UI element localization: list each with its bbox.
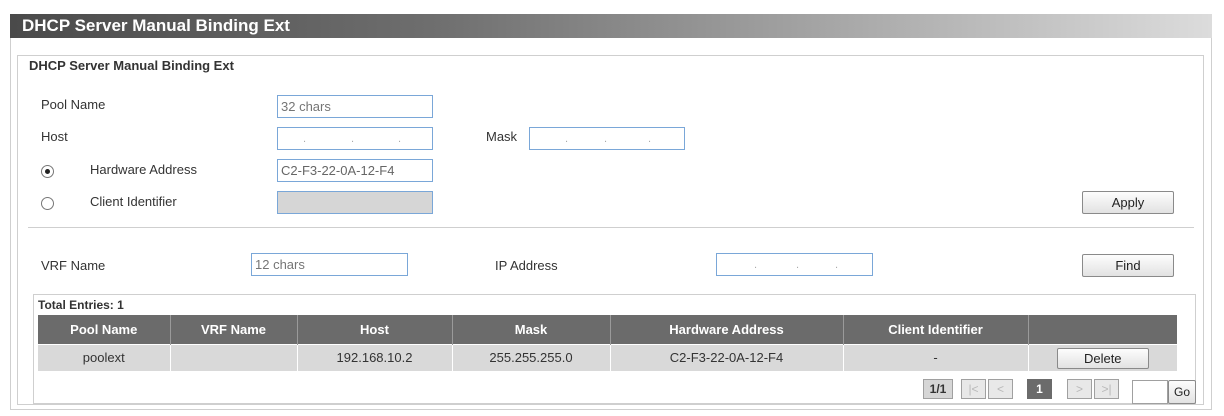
- hardware-address-radio[interactable]: [41, 165, 54, 178]
- mask-label: Mask: [486, 129, 518, 144]
- client-identifier-input[interactable]: [277, 191, 433, 214]
- host-label: Host: [41, 129, 68, 144]
- fieldset-legend: DHCP Server Manual Binding Ext: [25, 58, 238, 73]
- apply-button[interactable]: Apply: [1082, 191, 1174, 214]
- pool-name-input[interactable]: [277, 95, 433, 118]
- page-info: 1/1: [923, 379, 953, 399]
- section-divider: [28, 227, 1194, 228]
- client-identifier-label: Client Identifier: [90, 194, 177, 209]
- hardware-address-input[interactable]: [277, 159, 433, 182]
- last-page-button[interactable]: >|: [1094, 379, 1119, 399]
- go-button[interactable]: Go: [1168, 380, 1196, 404]
- go-page-input[interactable]: [1132, 380, 1168, 404]
- col-mask: Mask: [452, 315, 611, 344]
- client-identifier-radio[interactable]: [41, 197, 54, 210]
- col-host: Host: [297, 315, 453, 344]
- hardware-address-label: Hardware Address: [90, 162, 197, 177]
- current-page-button[interactable]: 1: [1027, 379, 1052, 399]
- first-page-button[interactable]: |<: [961, 379, 986, 399]
- col-hardware-address: Hardware Address: [610, 315, 844, 344]
- ip-address-label: IP Address: [495, 258, 558, 273]
- cell-hardware-address: C2-F3-22-0A-12-F4: [610, 343, 844, 371]
- table-row: poolext 192.168.10.2 255.255.255.0 C2-F3…: [38, 343, 1177, 371]
- pool-name-label: Pool Name: [41, 97, 106, 112]
- vrf-name-input[interactable]: [251, 253, 408, 276]
- page-title: DHCP Server Manual Binding Ext: [10, 14, 1212, 38]
- cell-vrf-name: [170, 343, 298, 371]
- cell-host: 192.168.10.2: [297, 343, 453, 371]
- cell-action: Delete: [1028, 343, 1177, 371]
- prev-page-button[interactable]: <: [988, 379, 1013, 399]
- delete-button[interactable]: Delete: [1056, 348, 1149, 370]
- vrf-name-label: VRF Name: [41, 258, 106, 273]
- ip-address-input[interactable]: ...: [716, 253, 873, 276]
- col-pool-name: Pool Name: [38, 315, 171, 344]
- next-page-button[interactable]: >: [1067, 379, 1092, 399]
- bindings-table: Pool Name VRF Name Host Mask Hardware Ad…: [38, 315, 1177, 371]
- col-action: [1028, 315, 1177, 344]
- find-button[interactable]: Find: [1082, 254, 1174, 277]
- table-header-row: Pool Name VRF Name Host Mask Hardware Ad…: [38, 315, 1177, 344]
- col-vrf-name: VRF Name: [170, 315, 298, 344]
- total-entries: Total Entries: 1: [38, 298, 124, 312]
- cell-pool-name: poolext: [38, 343, 171, 371]
- mask-ip-input[interactable]: ...: [529, 127, 685, 150]
- col-client-identifier: Client Identifier: [843, 315, 1029, 344]
- host-ip-input[interactable]: ...: [277, 127, 433, 150]
- cell-mask: 255.255.255.0: [452, 343, 611, 371]
- cell-client-identifier: -: [843, 343, 1029, 371]
